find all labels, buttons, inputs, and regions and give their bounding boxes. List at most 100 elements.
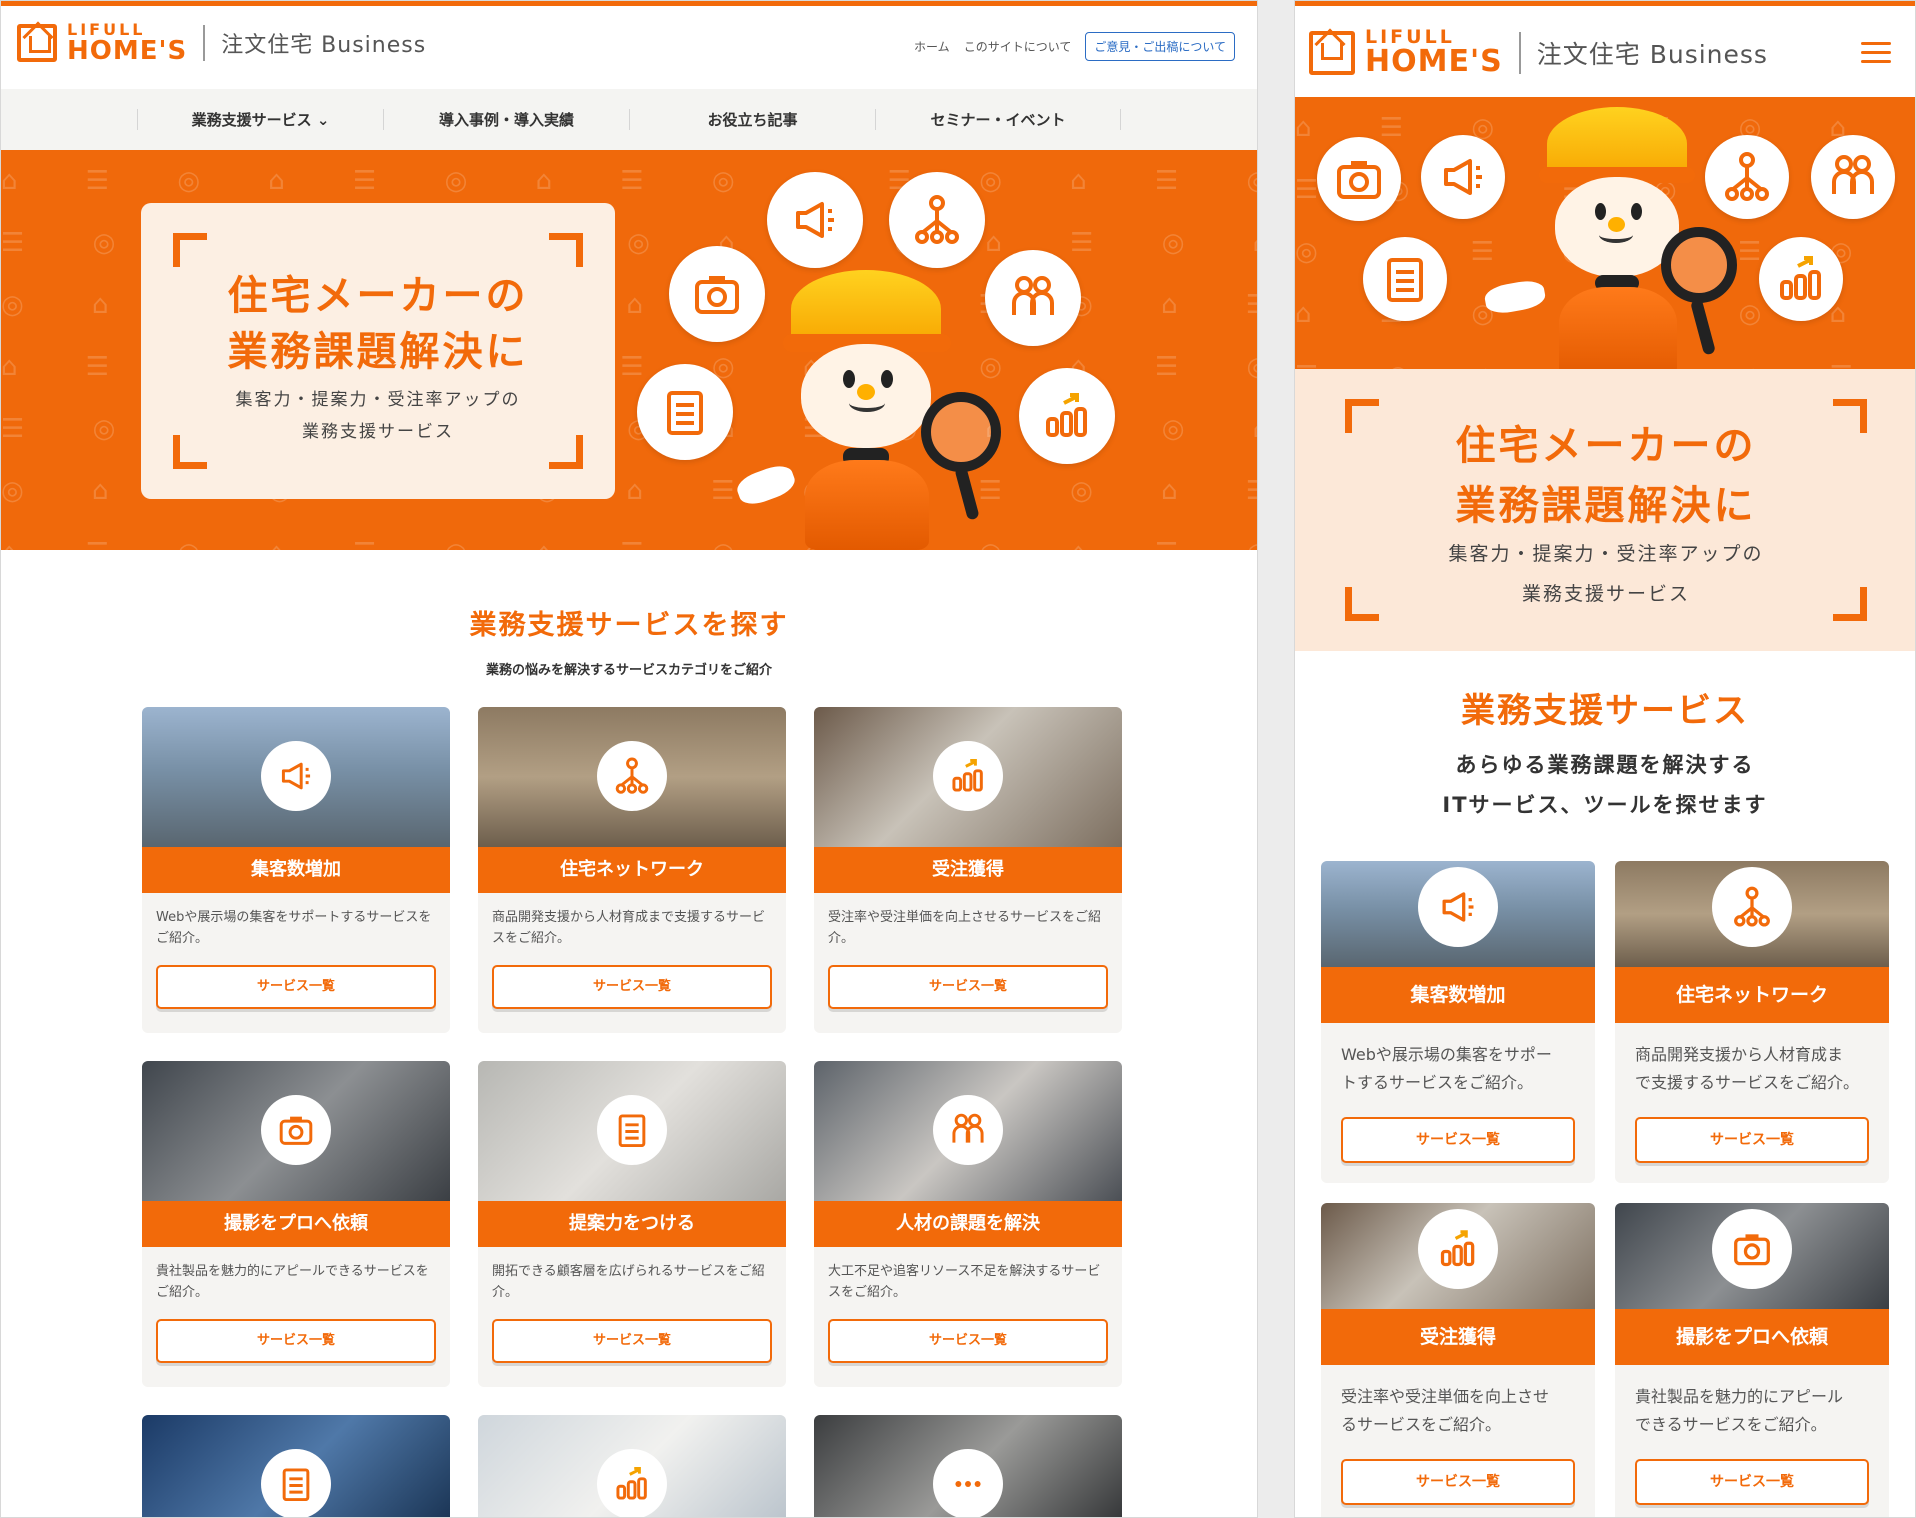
hero-sub-line2: 業務支援サービス (302, 422, 454, 442)
card-description: 開拓できる顧客層を広げられるサービスをご紹介。 (492, 1264, 765, 1301)
site-header: LIFULL HOME'S 注文住宅 Business ホーム このサイトについ… (1, 1, 1257, 89)
growth-chart-icon (1418, 1209, 1498, 1289)
service-list-button[interactable]: サービス一覧 (492, 965, 772, 1009)
growth-chart-icon (1019, 368, 1115, 464)
clipboard-icon (597, 1095, 667, 1165)
nav-case-studies[interactable]: 導入事例・導入実績 (383, 109, 629, 130)
service-card: 人材の課題を解決 大工不足や追客リソース不足を解決するサービスをご紹介。 サービ… (814, 1061, 1122, 1387)
network-icon (1712, 867, 1792, 947)
card-description: 受注率や受注単価を向上させるサービスをご紹介。 (828, 910, 1102, 947)
hero-title-line1: 住宅メーカーの (1455, 423, 1757, 469)
hero-sub-line1: 集客力・提案力・受注率アップの (235, 390, 521, 410)
hero-sub-line2: 業務支援サービス (1521, 583, 1690, 605)
nav-services[interactable]: 業務支援サービス ⌄ (137, 109, 383, 130)
megaphone-icon (261, 741, 331, 811)
growth-chart-icon (597, 1449, 667, 1517)
camera-icon (261, 1095, 331, 1165)
service-list-button[interactable]: サービス一覧 (828, 1319, 1108, 1363)
house-logo-icon (17, 24, 57, 62)
service-list-button[interactable]: サービス一覧 (1341, 1459, 1575, 1505)
section-subtitle-line2: ITサービス、ツールを探せます (1442, 793, 1768, 817)
service-list-button[interactable]: サービス一覧 (156, 1319, 436, 1363)
service-card: 受注獲得 受注率や受注単価を向上させ るサービスをご紹介。 サービス一覧 (1321, 1203, 1595, 1517)
site-logo[interactable]: LIFULL HOME'S 注文住宅 Business (17, 22, 426, 64)
hero-sub-line1: 集客力・提案力・受注率アップの (1448, 543, 1764, 565)
megaphone-icon (767, 172, 863, 268)
card-title: 撮影をプロへ依頼 (1615, 1309, 1889, 1365)
mascot-character (1483, 107, 1745, 369)
section-subtitle: 業務の悩みを解決するサービスカテゴリをご紹介 (485, 663, 772, 678)
nav-articles[interactable]: お役立ち記事 (629, 109, 875, 130)
service-card: 住宅ネットワーク 商品開発支援から人材育成ま で支援するサービスをご紹介。 サー… (1615, 861, 1889, 1183)
people-icon (933, 1095, 1003, 1165)
card-description: 商品開発支援から人材育成ま で支援するサービスをご紹介。 (1635, 1045, 1860, 1092)
section-title: 業務支援サービスを探す (469, 610, 789, 641)
card-title: 撮影をプロへ依頼 (142, 1201, 450, 1247)
house-logo-icon (1309, 30, 1355, 75)
hero-banner: ⌂ ☰ ◎ ⌂ ☰ ◎ ⌂ ☰ ◎ ⌂ ☰ ☰ ◎ ⌂ ☰ ◎ ⌂ ☰ ◎ ⌂ … (1295, 97, 1915, 369)
hero-copy-box: 住宅メーカーの 業務課題解決に 集客力・提案力・受注率アップの 業務支援サービス (1295, 369, 1915, 651)
service-card: 撮影をプロへ依頼 貴社製品を魅力的にアピールできるサービスをご紹介。 サービス一… (142, 1061, 450, 1387)
service-list-button[interactable]: サービス一覧 (1635, 1459, 1869, 1505)
hero-copy-box: 住宅メーカーの 業務課題解決に 集客力・提案力・受注率アップの 業務支援サービス (141, 203, 615, 499)
service-card (478, 1415, 786, 1517)
section-title: 業務支援サービス (1461, 691, 1749, 731)
card-title: 住宅ネットワーク (1615, 967, 1889, 1023)
camera-icon (1317, 137, 1401, 221)
feedback-link[interactable]: ご意見・ご出稿について (1085, 32, 1235, 61)
service-card: 住宅ネットワーク 商品開発支援から人材育成まで支援するサービスをご紹介。 サービ… (478, 707, 786, 1033)
megaphone-icon (1421, 135, 1505, 219)
service-list-button[interactable]: サービス一覧 (156, 965, 436, 1009)
about-link[interactable]: このサイトについて (964, 38, 1072, 55)
desktop-view: LIFULL HOME'S 注文住宅 Business ホーム このサイトについ… (0, 0, 1258, 1518)
card-title: 集客数増加 (142, 847, 450, 893)
card-description: Webや展示場の集客をサポー トするサービスをご紹介。 (1341, 1045, 1552, 1092)
card-description: Webや展示場の集客をサポートするサービスをご紹介。 (156, 910, 432, 947)
header-links: ホーム このサイトについて ご意見・ご出稿について (914, 32, 1235, 61)
card-description: 商品開発支援から人材育成まで支援するサービスをご紹介。 (492, 910, 766, 947)
hero-title-line1: 住宅メーカーの (227, 273, 529, 319)
service-card: 撮影をプロへ依頼 貴社製品を魅力的にアピール できるサービスをご紹介。 サービス… (1615, 1203, 1889, 1517)
service-card: 受注獲得 受注率や受注単価を向上させるサービスをご紹介。 サービス一覧 (814, 707, 1122, 1033)
card-description: 受注率や受注単価を向上させ るサービスをご紹介。 (1341, 1387, 1550, 1434)
service-list-button[interactable]: サービス一覧 (1341, 1117, 1575, 1163)
card-title: 住宅ネットワーク (478, 847, 786, 893)
site-logo[interactable]: LIFULL HOME'S 注文住宅 Business (1309, 28, 1768, 77)
logo-divider (203, 25, 206, 61)
card-title: 受注獲得 (814, 847, 1122, 893)
card-title: 人材の課題を解決 (814, 1201, 1122, 1247)
nav-seminars[interactable]: セミナー・イベント (875, 109, 1121, 130)
network-icon (889, 172, 985, 268)
global-nav: 業務支援サービス ⌄ 導入事例・導入実績 お役立ち記事 セミナー・イベント (1, 89, 1257, 150)
service-card (814, 1415, 1122, 1517)
service-card: 提案力をつける 開拓できる顧客層を広げられるサービスをご紹介。 サービス一覧 (478, 1061, 786, 1387)
site-name: 注文住宅 Business (221, 33, 427, 58)
card-description: 貴社製品を魅力的にアピール できるサービスをご紹介。 (1635, 1387, 1844, 1434)
menu-icon[interactable] (1861, 42, 1891, 69)
service-card: 集客数増加 Webや展示場の集客をサポートするサービスをご紹介。 サービス一覧 (142, 707, 450, 1033)
clipboard-icon (261, 1449, 331, 1517)
card-description: 大工不足や追客リソース不足を解決するサービスをご紹介。 (828, 1264, 1101, 1301)
card-description: 貴社製品を魅力的にアピールできるサービスをご紹介。 (156, 1264, 429, 1301)
site-name: 注文住宅 Business (1536, 39, 1768, 69)
card-title: 集客数増加 (1321, 967, 1595, 1023)
section-subtitle-line1: あらゆる業務課題を解決する (1455, 753, 1755, 777)
clipboard-icon (1363, 237, 1447, 321)
card-title: 提案力をつける (478, 1201, 786, 1247)
logo-line2: HOME'S (67, 36, 188, 66)
service-card (142, 1415, 450, 1517)
logo-divider (1518, 31, 1521, 74)
magnifier-icon (921, 392, 1001, 472)
clipboard-icon (637, 364, 733, 460)
hero-title-line2: 業務課題解決に (227, 329, 529, 375)
growth-chart-icon (933, 741, 1003, 811)
service-list-button[interactable]: サービス一覧 (828, 965, 1108, 1009)
mobile-header: LIFULL HOME'S 注文住宅 Business (1295, 1, 1915, 97)
service-list-button[interactable]: サービス一覧 (1635, 1117, 1869, 1163)
service-list-button[interactable]: サービス一覧 (492, 1319, 772, 1363)
megaphone-icon (1418, 867, 1498, 947)
camera-icon (1712, 1209, 1792, 1289)
home-link[interactable]: ホーム (914, 38, 950, 55)
hero-title-line2: 業務課題解決に (1455, 483, 1757, 529)
logo-line2: HOME'S (1365, 44, 1503, 79)
